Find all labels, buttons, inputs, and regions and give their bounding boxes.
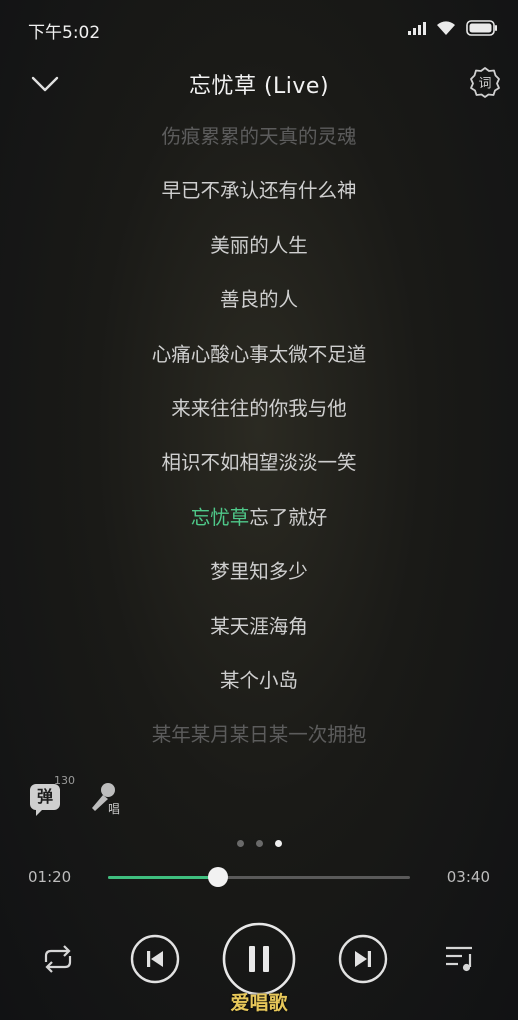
skip-next-icon xyxy=(338,934,388,984)
sing-button[interactable]: 唱 xyxy=(88,780,128,820)
lyric-line: 伤痕累累的天真的灵魂 xyxy=(161,125,357,148)
repeat-icon xyxy=(44,945,72,973)
lyric-settings-icon: 词 xyxy=(470,67,500,98)
lyric-line: 早已不承认还有什么神 xyxy=(161,179,357,203)
next-button[interactable] xyxy=(338,934,388,984)
svg-text:词: 词 xyxy=(478,77,491,92)
playlist-button[interactable] xyxy=(442,942,478,974)
status-icons xyxy=(408,20,498,36)
status-bar: 下午5:02 xyxy=(0,0,518,60)
watermark: 爱唱歌 xyxy=(230,992,288,1014)
status-time: 下午5:02 xyxy=(28,23,101,43)
page-indicator xyxy=(0,840,518,847)
previous-button[interactable] xyxy=(130,934,180,984)
lyric-rest: 忘了就好 xyxy=(249,505,328,529)
lyric-line: 梦里知多少 xyxy=(210,560,308,584)
lyric-line: 某个小岛 xyxy=(219,668,298,692)
wifi-icon xyxy=(436,20,456,36)
lyric-line: 相识不如相望淡淡一笑 xyxy=(161,451,357,475)
playlist-icon xyxy=(446,946,472,972)
player-header: 忘忧草 (Live) 词 xyxy=(0,60,518,106)
page-dot[interactable] xyxy=(255,840,263,847)
skip-previous-icon xyxy=(130,934,180,984)
page-dot[interactable] xyxy=(236,840,244,847)
progress-bar[interactable] xyxy=(108,867,410,887)
danmu-icon: 弹 xyxy=(30,784,60,816)
lyric-line-current: 忘忧草忘了就好 xyxy=(0,491,518,545)
pause-button[interactable] xyxy=(222,922,296,996)
sing-label: 唱 xyxy=(108,802,121,816)
lyric-highlight: 忘忧草 xyxy=(190,505,250,529)
total-time: 03:40 xyxy=(446,868,490,886)
page-dot[interactable] xyxy=(274,840,282,847)
lyric-line: 来来往往的你我与他 xyxy=(171,396,347,420)
lyric-line: 善良的人 xyxy=(219,288,298,312)
danmu-button[interactable]: 弹 130 xyxy=(30,774,76,820)
pause-icon xyxy=(222,922,296,996)
lyrics-panel[interactable]: 伤痕累累的天真的灵魂 早已不承认还有什么神 美丽的人生 善良的人 心痛心酸心事太… xyxy=(0,110,518,763)
lyric-line: 美丽的人生 xyxy=(210,233,308,257)
repeat-button[interactable] xyxy=(38,942,78,976)
song-title: 忘忧草 (Live) xyxy=(188,74,330,99)
signal-icon xyxy=(408,21,426,35)
progress-thumb[interactable] xyxy=(207,867,228,887)
lyric-line: 某年某月某日某一次拥抱 xyxy=(151,723,367,747)
progress-fill xyxy=(108,876,218,879)
danmu-count: 130 xyxy=(54,774,75,787)
battery-icon xyxy=(466,20,498,36)
lyric-settings-button[interactable]: 词 xyxy=(468,65,502,99)
current-time: 01:20 xyxy=(28,868,72,886)
lyric-line: 心痛心酸心事太微不足道 xyxy=(151,342,367,366)
lyric-line: 某天涯海角 xyxy=(210,614,308,638)
